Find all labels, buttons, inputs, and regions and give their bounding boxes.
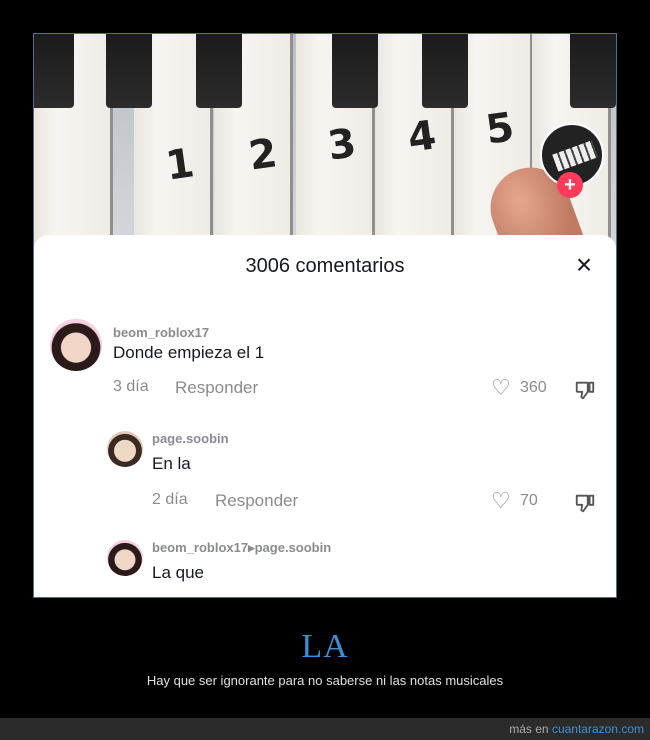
piano-black-key [332,34,378,108]
close-icon[interactable]: × [569,250,599,280]
comment-text: La que [152,563,204,582]
piano-black-key [196,34,242,108]
avatar[interactable] [107,431,143,467]
reply-button[interactable]: Responder [215,491,298,511]
comment-username[interactable]: beom_roblox17 [113,325,209,340]
footer-prefix: más en [509,722,552,736]
comments-title: 3006 comentarios [245,255,405,277]
reply-button[interactable]: Responder [175,378,258,398]
heart-icon[interactable]: ♡ [491,375,511,401]
comment-text: Donde empieza el 1 [113,343,265,362]
piano-black-key [106,34,152,108]
dislike-icon[interactable] [574,492,596,514]
piano-black-key [570,34,616,108]
piano-black-key [422,34,468,108]
site-link[interactable]: cuantarazon.com [552,722,644,736]
video-frame[interactable]: 1 2 3 4 5 + [34,34,616,264]
piano-black-key [34,34,74,108]
comment-age: 2 día [152,491,188,508]
post-title: LA [301,628,349,665]
post-image: 1 2 3 4 5 + 3006 comentarios × beom_robl… [33,33,617,598]
heart-icon[interactable]: ♡ [491,488,511,514]
dislike-icon[interactable] [574,379,596,401]
post-subtitle: Hay que ser ignorante para no saberse ni… [146,673,504,688]
like-count: 70 [520,492,538,509]
like-count: 360 [520,379,547,396]
avatar[interactable] [50,319,102,371]
plus-icon[interactable]: + [557,172,583,198]
comment-text: En la [152,454,191,473]
comments-sheet: 3006 comentarios × beom_roblox17 Donde e… [34,235,616,597]
footer-bar: más en cuantarazon.com [0,718,650,740]
comment-username[interactable]: page.soobin [152,431,229,446]
footer-credit: más en cuantarazon.com [509,722,644,736]
comment-age: 3 día [113,378,149,395]
avatar[interactable] [107,540,143,576]
comment-username[interactable]: beom_roblox17▸page.soobin [152,540,331,556]
